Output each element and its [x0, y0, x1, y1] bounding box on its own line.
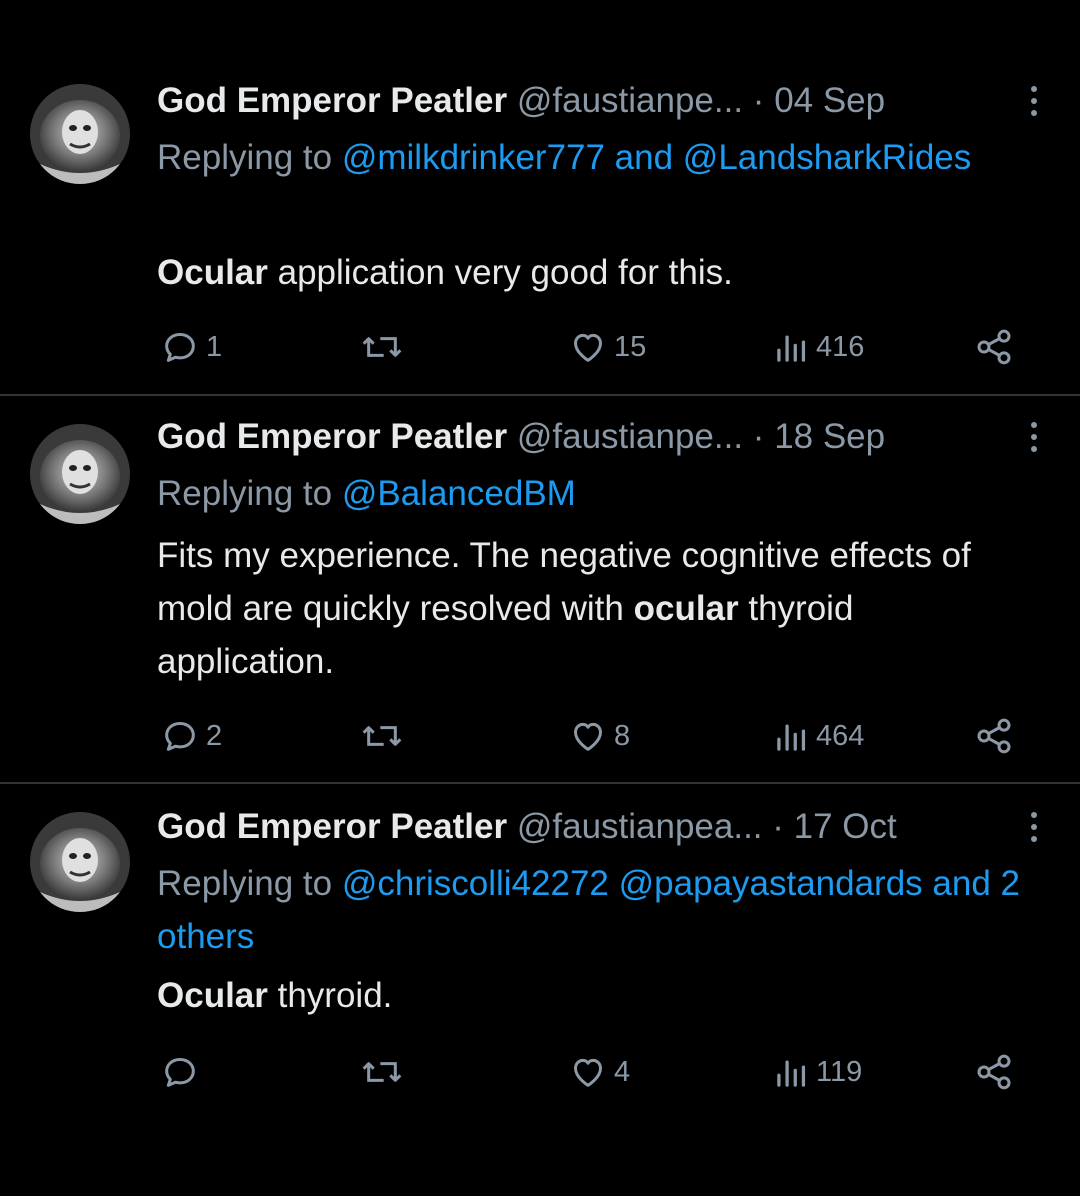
share-icon: [974, 716, 1014, 756]
retweet-icon: [360, 1052, 404, 1092]
tweet-text-bold: Ocular: [157, 976, 268, 1015]
display-name[interactable]: God Emperor Peatler: [157, 807, 507, 846]
views-icon: [774, 716, 810, 756]
reply-button[interactable]: 2: [160, 711, 222, 761]
action-bar: 4 119: [0, 1047, 1080, 1097]
retweet-icon: [360, 716, 404, 756]
avatar[interactable]: [30, 424, 130, 524]
more-options-icon[interactable]: [1022, 804, 1046, 850]
tweet-text-rest: thyroid.: [267, 976, 393, 1015]
views-button[interactable]: 416: [774, 322, 864, 372]
views-button[interactable]: 464: [774, 711, 864, 761]
heart-icon: [568, 716, 608, 756]
separator-dot: ·: [752, 81, 765, 120]
reply-mentions-link[interactable]: @BalancedBM: [342, 474, 576, 513]
reply-icon: [160, 1052, 200, 1092]
tweet-header: God Emperor Peatler @faustianpe... · 04 …: [157, 78, 1040, 124]
like-count: 15: [614, 330, 647, 363]
tweet-text: Ocular thyroid.: [157, 969, 1040, 1022]
tweet-text: Ocular application very good for this.: [157, 246, 1040, 299]
share-icon: [974, 1052, 1014, 1092]
replying-to: Replying to @chriscolli42272 @papayastan…: [157, 857, 1050, 963]
tweet-date[interactable]: 18 Sep: [774, 417, 885, 456]
tweet-header: God Emperor Peatler @faustianpe... · 18 …: [157, 414, 1040, 460]
retweet-button[interactable]: [360, 322, 410, 372]
replying-to: Replying to @BalancedBM: [157, 467, 1050, 520]
tweet-text-bold: Ocular: [157, 253, 268, 292]
display-name[interactable]: God Emperor Peatler: [157, 417, 507, 456]
view-count: 464: [816, 719, 865, 752]
avatar[interactable]: [30, 84, 130, 184]
reply-icon: [160, 716, 200, 756]
like-button[interactable]: 4: [568, 1047, 630, 1097]
heart-icon: [568, 327, 608, 367]
reply-count: 1: [206, 330, 223, 363]
replying-to: Replying to @milkdrinker777 and @Landsha…: [157, 131, 1050, 184]
views-button[interactable]: 119: [774, 1047, 862, 1097]
heart-icon: [568, 1052, 608, 1092]
tweet[interactable]: God Emperor Peatler @faustianpea... · 17…: [0, 784, 1080, 1196]
display-name[interactable]: God Emperor Peatler: [157, 81, 507, 120]
tweet-date[interactable]: 04 Sep: [774, 81, 885, 120]
retweet-button[interactable]: [360, 1047, 410, 1097]
tweet-text: Fits my experience. The negative cogniti…: [157, 529, 1040, 688]
reply-mentions-link[interactable]: @milkdrinker777 and @LandsharkRides: [342, 138, 971, 177]
retweet-button[interactable]: [360, 711, 410, 761]
separator-dot: ·: [752, 417, 765, 456]
share-button[interactable]: [974, 322, 1014, 372]
replying-to-label: Replying to: [157, 138, 333, 177]
tweet-text-rest: application very good for this.: [267, 253, 733, 292]
views-icon: [774, 327, 810, 367]
share-icon: [974, 327, 1014, 367]
tweet-date[interactable]: 17 Oct: [794, 807, 897, 846]
reply-button[interactable]: 1: [160, 322, 222, 372]
share-button[interactable]: [974, 711, 1014, 761]
tweet[interactable]: God Emperor Peatler @faustianpe... · 04 …: [0, 0, 1080, 394]
action-bar: 1 15 416: [0, 322, 1080, 372]
action-bar: 2 8 464: [0, 711, 1080, 761]
share-button[interactable]: [974, 1047, 1014, 1097]
view-count: 119: [816, 1055, 863, 1088]
tweet-header: God Emperor Peatler @faustianpea... · 17…: [157, 804, 1040, 850]
user-handle[interactable]: @faustianpe...: [517, 81, 743, 120]
like-count: 4: [614, 1055, 631, 1088]
like-button[interactable]: 15: [568, 322, 646, 372]
reply-button[interactable]: [160, 1047, 206, 1097]
user-handle[interactable]: @faustianpe...: [517, 417, 743, 456]
avatar[interactable]: [30, 812, 130, 912]
separator-dot: ·: [772, 807, 784, 846]
like-button[interactable]: 8: [568, 711, 630, 761]
tweet-text-bold: ocular: [633, 589, 739, 628]
replying-to-label: Replying to: [157, 474, 333, 513]
replying-to-label: Replying to: [157, 864, 333, 903]
view-count: 416: [816, 330, 865, 363]
more-options-icon[interactable]: [1022, 414, 1046, 460]
tweet[interactable]: God Emperor Peatler @faustianpe... · 18 …: [0, 396, 1080, 782]
more-options-icon[interactable]: [1022, 78, 1046, 124]
reply-count: 2: [206, 719, 223, 752]
like-count: 8: [614, 719, 631, 752]
views-icon: [774, 1052, 810, 1092]
retweet-icon: [360, 327, 404, 367]
user-handle[interactable]: @faustianpea...: [517, 807, 763, 846]
reply-icon: [160, 327, 200, 367]
